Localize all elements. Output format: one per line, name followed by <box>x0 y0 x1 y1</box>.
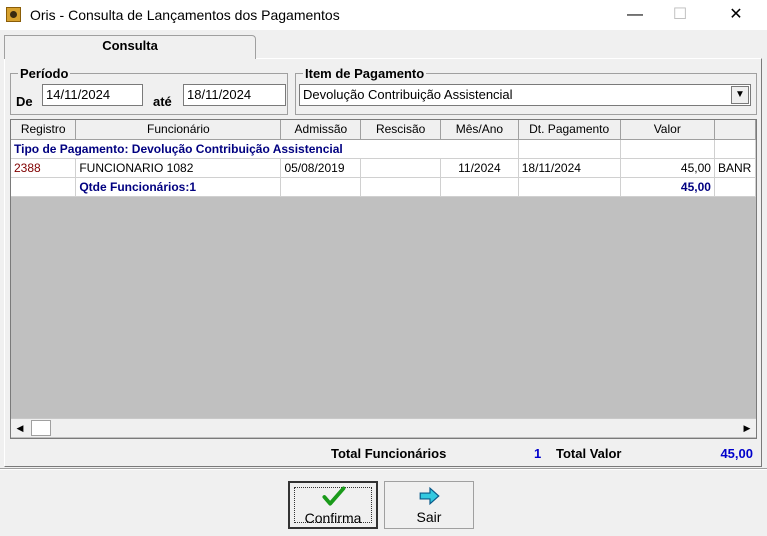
maximize-button[interactable]: ☐ <box>657 0 703 30</box>
cell-admissao: 05/08/2019 <box>280 158 362 178</box>
close-button[interactable]: ✕ <box>713 0 759 30</box>
app-icon <box>6 7 21 22</box>
cell-valor: 45,00 <box>620 158 715 178</box>
column-header-registro[interactable]: Registro <box>11 120 77 140</box>
group-footer-row[interactable]: Qtde Funcionários:1 45,00 <box>11 177 756 197</box>
cell-rescisao <box>360 158 442 178</box>
confirma-button[interactable]: Confirma <box>288 481 378 529</box>
total-valor-label: Total Valor <box>556 446 622 461</box>
total-funcionarios-label: Total Funcionários <box>331 446 447 461</box>
scroll-right-icon[interactable]: ▶ <box>738 419 756 437</box>
table-header-row: Registro Funcionário Admissão Rescisão M… <box>11 120 756 140</box>
window-title: Oris - Consulta de Lançamentos dos Pagam… <box>30 7 340 23</box>
item-pagamento-selected: Devolução Contribuição Assistencial <box>303 87 513 102</box>
table-cell <box>440 177 519 197</box>
scroll-left-icon[interactable]: ◀ <box>11 419 29 437</box>
item-pagamento-group-title: Item de Pagamento <box>303 66 427 81</box>
column-header-admissao[interactable]: Admissão <box>280 120 362 140</box>
sair-button[interactable]: Sair <box>384 481 474 529</box>
table-cell <box>620 139 715 159</box>
divider <box>0 468 767 470</box>
cell-dt-pagamento: 18/11/2024 <box>518 158 621 178</box>
minimize-button[interactable]: — <box>612 0 658 30</box>
cell-registro: 2388 <box>11 158 77 178</box>
group-footer-label: Qtde Funcionários:1 <box>75 177 282 197</box>
checkmark-icon <box>322 486 346 506</box>
table-cell <box>714 177 756 197</box>
results-grid[interactable]: Registro Funcionário Admissão Rescisão M… <box>10 119 757 439</box>
tab-consulta-label: Consulta <box>102 38 158 53</box>
scrollbar-thumb[interactable] <box>31 420 51 436</box>
column-header-mes-ano[interactable]: Mês/Ano <box>440 120 519 140</box>
table-cell <box>280 177 362 197</box>
cell-mes-ano: 11/2024 <box>440 158 519 178</box>
group-footer-valor: 45,00 <box>620 177 715 197</box>
date-to-label: até <box>153 94 172 109</box>
horizontal-scrollbar[interactable]: ◀ ▶ <box>11 418 756 437</box>
cell-funcionario: FUNCIONARIO 1082 <box>75 158 282 178</box>
table-cell <box>518 177 621 197</box>
confirma-button-label: Confirma <box>304 510 362 526</box>
cell-extra: BANR <box>714 158 756 178</box>
column-header-extra[interactable] <box>714 120 756 140</box>
group-header-label: Tipo de Pagamento: Devolução Contribuiçã… <box>11 139 519 159</box>
dropdown-arrow-icon[interactable]: ▼ <box>731 86 749 104</box>
arrow-right-icon <box>419 486 440 506</box>
total-funcionarios-value: 1 <box>534 446 542 461</box>
total-valor-value: 45,00 <box>720 446 753 461</box>
date-from-label: De <box>16 94 33 109</box>
table-cell <box>518 139 621 159</box>
results-table: Registro Funcionário Admissão Rescisão M… <box>11 120 756 197</box>
table-cell <box>11 177 77 197</box>
date-to-input[interactable]: 18/11/2024 <box>183 84 286 106</box>
column-header-dt-pagamento[interactable]: Dt. Pagamento <box>518 120 621 140</box>
date-from-input[interactable]: 14/11/2024 <box>42 84 143 106</box>
table-cell <box>714 139 756 159</box>
item-pagamento-select[interactable]: Devolução Contribuição Assistencial ▼ <box>299 84 751 106</box>
table-row[interactable]: 2388 FUNCIONARIO 1082 05/08/2019 11/2024… <box>11 158 756 178</box>
column-header-funcionario[interactable]: Funcionário <box>75 120 282 140</box>
table-cell <box>360 177 442 197</box>
column-header-valor[interactable]: Valor <box>620 120 715 140</box>
periodo-group-title: Período <box>18 66 71 81</box>
sair-button-label: Sair <box>416 509 442 525</box>
column-header-rescisao[interactable]: Rescisão <box>360 120 442 140</box>
group-header-row[interactable]: Tipo de Pagamento: Devolução Contribuiçã… <box>11 139 756 159</box>
